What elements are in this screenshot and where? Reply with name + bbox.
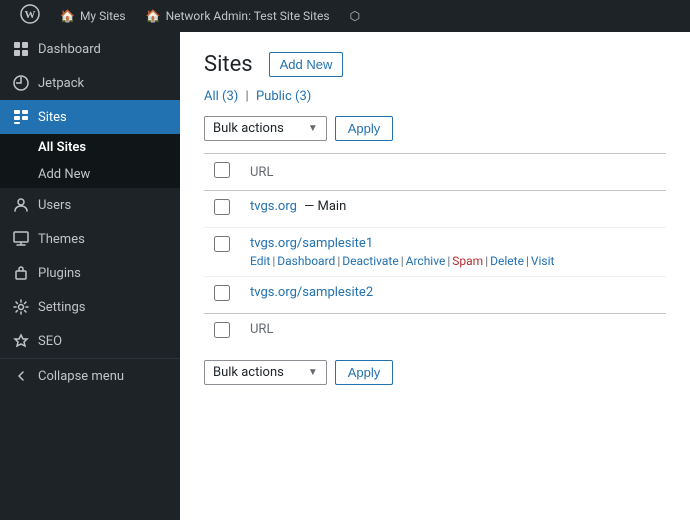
site-2-action-spam[interactable]: Spam <box>452 254 483 268</box>
seo-icon <box>12 332 30 350</box>
site-2-actions: Edit|Dashboard|Deactivate|Archive|Spam|D… <box>250 254 656 268</box>
sidebar-item-plugins-label: Plugins <box>38 266 81 281</box>
plugin-icon: ⬡ <box>350 9 360 23</box>
select-all-checkbox-bottom[interactable] <box>214 322 230 338</box>
admin-bar-wp-logo[interactable]: W <box>10 0 50 32</box>
select-all-checkbox-top[interactable] <box>214 162 230 178</box>
bulk-actions-label-bottom: Bulk actions <box>213 365 284 380</box>
table-row: tvgs.org/samplesite1 Edit|Dashboard|Deac… <box>204 228 666 277</box>
apply-button-bottom[interactable]: Apply <box>335 360 394 385</box>
site-2-action-archive[interactable]: Archive <box>406 254 446 268</box>
collapse-icon <box>12 367 30 385</box>
table-row: tvgs.org/samplesite2 <box>204 277 666 314</box>
jetpack-icon <box>12 74 30 92</box>
sidebar-subitem-add-new[interactable]: Add New <box>0 161 180 188</box>
my-sites-icon: 🏠 <box>60 9 75 23</box>
site-1-checkbox-cell <box>204 191 240 228</box>
sidebar-item-sites[interactable]: Sites <box>0 100 180 134</box>
site-2-action-edit[interactable]: Edit <box>250 254 270 268</box>
sidebar-item-settings-label: Settings <box>38 300 85 315</box>
sidebar-item-jetpack[interactable]: Jetpack <box>0 66 180 100</box>
site-2-cell: tvgs.org/samplesite1 Edit|Dashboard|Deac… <box>240 228 666 277</box>
collapse-menu-label: Collapse menu <box>38 369 124 384</box>
admin-bar-plugin[interactable]: ⬡ <box>340 0 370 32</box>
sidebar-item-seo-label: SEO <box>38 334 62 349</box>
network-icon: 🏠 <box>146 9 161 23</box>
sidebar-item-users[interactable]: Users <box>0 188 180 222</box>
site-3-cell: tvgs.org/samplesite2 <box>240 277 666 314</box>
sidebar-item-themes[interactable]: Themes <box>0 222 180 256</box>
filter-public[interactable]: Public (3) <box>256 89 311 104</box>
apply-button-top[interactable]: Apply <box>335 116 394 141</box>
wp-icon: W <box>20 4 40 29</box>
sidebar-sites-submenu: All Sites Add New <box>0 134 180 188</box>
site-2-action-deactivate[interactable]: Deactivate <box>342 254 398 268</box>
plugins-icon <box>12 264 30 282</box>
filter-all[interactable]: All (3) <box>204 89 238 104</box>
site-2-action-delete[interactable]: Delete <box>490 254 524 268</box>
footer-checkbox-cell <box>204 314 240 351</box>
main-layout: Dashboard Jetpack Sites All Sites Add Ne… <box>0 32 690 520</box>
site-3-url[interactable]: tvgs.org/samplesite2 <box>250 285 373 300</box>
sidebar-item-dashboard[interactable]: Dashboard <box>0 32 180 66</box>
svg-text:W: W <box>25 9 36 21</box>
sidebar-subitem-all-sites[interactable]: All Sites <box>0 134 180 161</box>
site-3-checkbox-cell <box>204 277 240 314</box>
admin-bar-network-admin[interactable]: 🏠 Network Admin: Test Site Sites <box>136 0 340 32</box>
table-header-checkbox-col <box>204 154 240 191</box>
bulk-actions-select-bottom[interactable]: Bulk actions ▼ <box>204 360 327 385</box>
settings-icon <box>12 298 30 316</box>
add-new-button[interactable]: Add New <box>269 52 344 77</box>
site-2-checkbox[interactable] <box>214 236 230 252</box>
page-header: Sites Add New <box>204 52 666 77</box>
site-1-cell: tvgs.org — Main <box>240 191 666 228</box>
admin-bar: W 🏠 My Sites 🏠 Network Admin: Test Site … <box>0 0 690 32</box>
site-2-url[interactable]: tvgs.org/samplesite1 <box>250 236 373 251</box>
filter-separator: | <box>246 89 249 104</box>
site-2-checkbox-cell <box>204 228 240 277</box>
site-1-url[interactable]: tvgs.org <box>250 199 297 214</box>
bulk-actions-select-top[interactable]: Bulk actions ▼ <box>204 116 327 141</box>
sidebar-item-dashboard-label: Dashboard <box>38 42 101 57</box>
sites-table: URL tvgs.org — Main <box>204 153 666 350</box>
table-header-url: URL <box>240 154 666 191</box>
site-1-suffix: — Main <box>300 199 346 214</box>
admin-bar-my-sites[interactable]: 🏠 My Sites <box>50 0 136 32</box>
themes-icon <box>12 230 30 248</box>
sidebar: Dashboard Jetpack Sites All Sites Add Ne… <box>0 32 180 520</box>
bulk-actions-row-top: Bulk actions ▼ Apply <box>204 116 666 141</box>
users-icon <box>12 196 30 214</box>
sidebar-item-themes-label: Themes <box>38 232 85 247</box>
content-area: Sites Add New All (3) | Public (3) Bulk … <box>180 32 690 520</box>
site-3-checkbox[interactable] <box>214 285 230 301</box>
sites-icon <box>12 108 30 126</box>
dashboard-icon <box>12 40 30 58</box>
footer-url-row: URL <box>204 314 666 351</box>
site-1-checkbox[interactable] <box>214 199 230 215</box>
bulk-actions-label-top: Bulk actions <box>213 121 284 136</box>
filter-links: All (3) | Public (3) <box>204 89 666 104</box>
sidebar-item-settings[interactable]: Settings <box>0 290 180 324</box>
bulk-actions-row-bottom: Bulk actions ▼ Apply <box>204 360 666 385</box>
sidebar-item-plugins[interactable]: Plugins <box>0 256 180 290</box>
bulk-actions-chevron-top: ▼ <box>308 123 318 134</box>
bulk-actions-chevron-bottom: ▼ <box>308 367 318 378</box>
site-2-action-dashboard[interactable]: Dashboard <box>277 254 335 268</box>
sidebar-item-users-label: Users <box>38 198 71 213</box>
sidebar-item-seo[interactable]: SEO <box>0 324 180 358</box>
site-2-action-visit[interactable]: Visit <box>531 254 555 268</box>
page-title: Sites <box>204 52 253 77</box>
sidebar-item-jetpack-label: Jetpack <box>38 76 84 91</box>
table-row: tvgs.org — Main <box>204 191 666 228</box>
sidebar-item-sites-label: Sites <box>38 110 67 125</box>
sidebar-collapse-menu[interactable]: Collapse menu <box>0 358 180 393</box>
footer-url-cell: URL <box>240 314 666 351</box>
